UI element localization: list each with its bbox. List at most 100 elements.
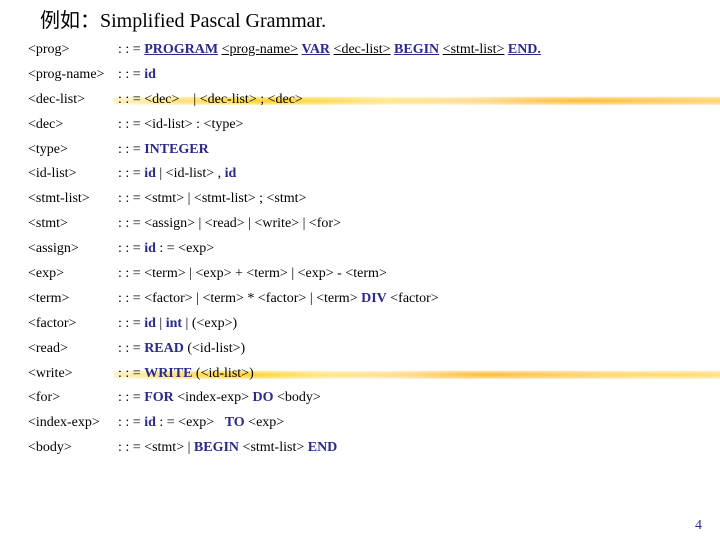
nt-body: <body> [277,390,321,405]
nt-factor: <factor> [144,291,192,306]
nt-dec: <dec> [144,92,179,107]
nt-progname: <prog-name> [222,42,298,57]
kw-id: id [144,241,156,256]
lhs: <type> [28,141,118,160]
def-symbol: : : = [118,316,141,331]
lhs: <stmt> [28,215,118,234]
nt-exp: <exp> [197,316,233,331]
def-symbol: : : = [118,366,141,381]
kw-end: END. [508,42,541,57]
rule-dec: <dec> : : = <id-list> : <type> [28,116,700,135]
rule-assign: <assign> : : = id : = <exp> [28,240,700,259]
kw-end2: END [308,440,338,455]
nt-declist: <dec-list> [200,92,257,107]
nt-idlist: <id-list> [201,366,249,381]
rhs: : : = PROGRAM <prog-name> VAR <dec-list>… [118,41,700,60]
rhs: : : = <factor> | <term> * <factor> | <te… [118,290,700,309]
nt-factor: <factor> [390,291,438,306]
assign-sym: : = [159,415,178,430]
rule-read: <read> : : = READ (<id-list>) [28,340,700,359]
nt-declist: <dec-list> [334,42,391,57]
rule-factor: <factor> : : = id | int | (<exp>) [28,315,700,334]
rhs: : : = <stmt> | BEGIN <stmt-list> END [118,439,700,458]
kw-id: id [144,67,156,82]
rule-stmt: <stmt> : : = <assign> | <read> | <write>… [28,215,700,234]
rhs: : : = <id-list> : <type> [118,116,700,135]
colon: : [196,117,203,132]
kw-int: int [166,316,182,331]
nt-exp: <exp> [195,266,231,281]
def-symbol: : : = [118,415,141,430]
nt-stmtlist: <stmt-list> [194,191,256,206]
kw-begin2: BEGIN [194,440,239,455]
rhs: : : = <dec> | <dec-list> ; <dec> [118,91,700,110]
kw-do: DO [253,390,274,405]
def-symbol: : : = [118,42,141,57]
page-title: 例如：Simplified Pascal Grammar. [40,4,720,33]
nt-idlist: <id-list> [144,117,192,132]
lhs: <prog> [28,41,118,60]
nt-write: <write> [255,216,300,231]
nt-factor: <factor> [258,291,306,306]
kw-begin: BEGIN [394,42,439,57]
kw-div: DIV [361,291,387,306]
rhs: : : = INTEGER [118,141,700,160]
assign-sym: : = [159,241,178,256]
kw-id: id [144,316,156,331]
rp: ) [233,316,238,331]
kw-program: PROGRAM [144,42,218,57]
rhs: : : = FOR <index-exp> DO <body> [118,389,700,408]
def-symbol: : : = [118,266,141,281]
nt-stmt: <stmt> [144,440,184,455]
lhs: <write> [28,365,118,384]
def-symbol: : : = [118,216,141,231]
kw-id: id [225,166,237,181]
def-symbol: : : = [118,341,141,356]
nt-exp: <exp> [178,241,214,256]
lhs: <assign> [28,240,118,259]
rule-term: <term> : : = <factor> | <term> * <factor… [28,290,700,309]
nt-assign: <assign> [144,216,195,231]
kw-write: WRITE [144,366,192,381]
semi: ; [260,92,267,107]
lhs: <prog-name> [28,66,118,85]
plus: + [235,266,246,281]
def-symbol: : : = [118,291,141,306]
lhs: <dec> [28,116,118,135]
rhs: : : = WRITE (<id-list>) [118,365,700,384]
rule-type: <type> : : = INTEGER [28,141,700,160]
rule-indexexp: <index-exp> : : = id : = <exp> TO <exp> [28,414,700,433]
def-symbol: : : = [118,92,141,107]
star: * [247,291,258,306]
lhs: <exp> [28,265,118,284]
nt-stmtlist: <stmt-list> [443,42,505,57]
rhs: : : = <stmt> | <stmt-list> ; <stmt> [118,190,700,209]
def-symbol: : : = [118,191,141,206]
lhs: <dec-list> [28,91,118,110]
nt-idlist: <id-list> [192,341,240,356]
nt-exp: <exp> [298,266,334,281]
nt-indexexp: <index-exp> [177,390,249,405]
def-symbol: : : = [118,390,141,405]
grammar-block: <prog> : : = PROGRAM <prog-name> VAR <de… [28,41,700,458]
nt-exp: <exp> [248,415,284,430]
rp: ) [249,366,254,381]
rule-body: <body> : : = <stmt> | BEGIN <stmt-list> … [28,439,700,458]
nt-term: <term> [202,291,243,306]
def-symbol: : : = [118,166,141,181]
lhs: <stmt-list> [28,190,118,209]
nt-stmt: <stmt> [267,191,307,206]
kw-id: id [144,415,156,430]
nt-for: <for> [309,216,341,231]
lhs: <for> [28,389,118,408]
nt-term: <term> [144,266,185,281]
lhs: <index-exp> [28,414,118,433]
rhs: : : = id : = <exp> [118,240,700,259]
nt-stmt: <stmt> [144,191,184,206]
rule-declist: <dec-list> : : = <dec> | <dec-list> ; <d… [28,91,700,110]
nt-term: <term> [316,291,357,306]
rule-write: <write> : : = WRITE (<id-list>) [28,365,700,384]
lhs: <body> [28,439,118,458]
def-symbol: : : = [118,67,141,82]
def-symbol: : : = [118,241,141,256]
